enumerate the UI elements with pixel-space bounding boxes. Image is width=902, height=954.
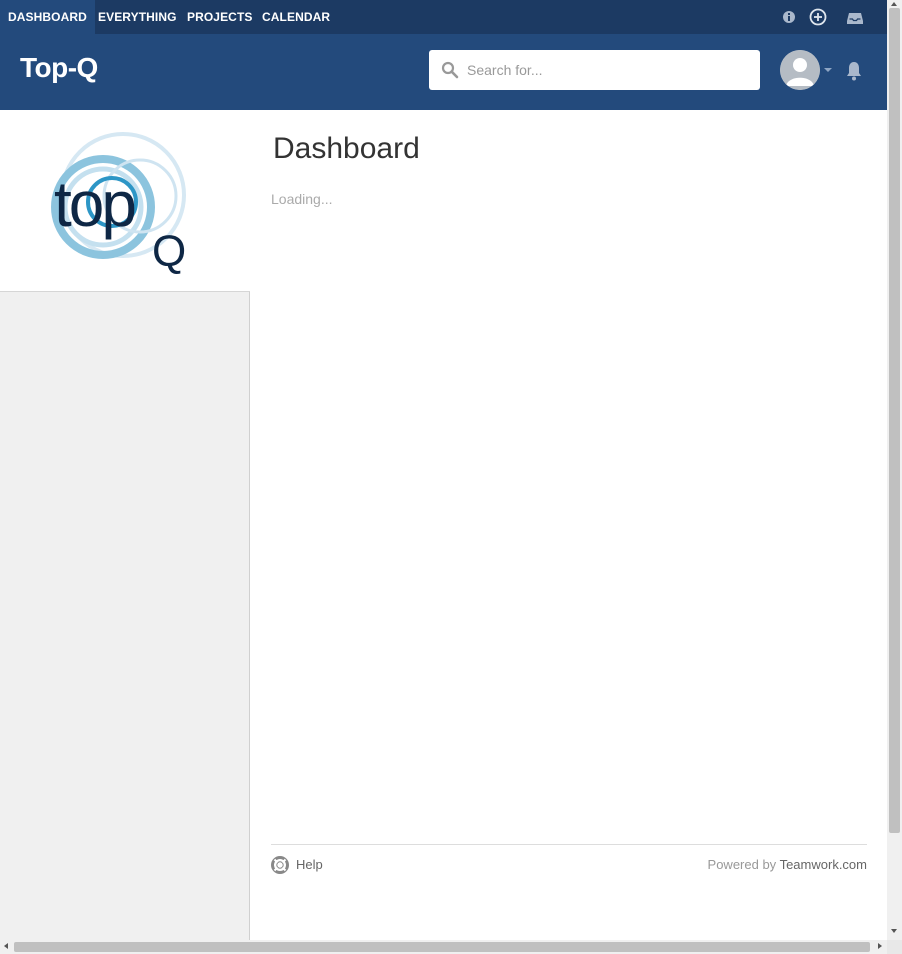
avatar[interactable] bbox=[780, 50, 820, 90]
scroll-right-arrow-icon[interactable] bbox=[878, 943, 882, 949]
tab-everything[interactable]: EVERYTHING bbox=[98, 0, 177, 34]
horizontal-scrollbar[interactable] bbox=[0, 940, 887, 954]
search-input[interactable] bbox=[467, 50, 752, 90]
company-logo: top Q bbox=[51, 132, 186, 276]
help-label: Help bbox=[296, 857, 323, 872]
vertical-scrollbar[interactable] bbox=[887, 0, 902, 940]
vertical-scrollbar-thumb[interactable] bbox=[889, 8, 900, 833]
tab-projects[interactable]: PROJECTS bbox=[187, 0, 252, 34]
loading-indicator: Loading... bbox=[271, 191, 333, 207]
search-box[interactable] bbox=[429, 50, 760, 90]
add-circle-icon[interactable] bbox=[808, 7, 828, 27]
tab-calendar[interactable]: CALENDAR bbox=[262, 0, 330, 34]
scroll-up-arrow-icon[interactable] bbox=[891, 2, 897, 6]
sidebar: top Q bbox=[0, 110, 250, 940]
scrollbar-corner bbox=[887, 940, 902, 954]
search-icon bbox=[441, 61, 459, 79]
top-nav-bar: DASHBOARD EVERYTHING PROJECTS CALENDAR bbox=[0, 0, 887, 34]
chevron-down-icon[interactable] bbox=[824, 68, 832, 72]
main-content: Dashboard Loading... Help Powered by Tea… bbox=[251, 110, 887, 940]
info-icon[interactable] bbox=[779, 7, 799, 27]
header-bar: Top-Q bbox=[0, 34, 887, 110]
horizontal-scrollbar-thumb[interactable] bbox=[14, 942, 870, 952]
page-title: Dashboard bbox=[273, 132, 420, 165]
tab-dashboard[interactable]: DASHBOARD bbox=[0, 0, 95, 34]
powered-by: Powered by Teamwork.com bbox=[708, 857, 867, 872]
footer: Help Powered by Teamwork.com bbox=[271, 844, 867, 884]
lifebuoy-icon bbox=[271, 856, 289, 874]
app-window: DASHBOARD EVERYTHING PROJECTS CALENDAR T… bbox=[0, 0, 887, 940]
svg-text:top: top bbox=[54, 168, 134, 240]
teamwork-link[interactable]: Teamwork.com bbox=[780, 857, 867, 872]
inbox-icon[interactable] bbox=[845, 7, 865, 27]
scroll-left-arrow-icon[interactable] bbox=[4, 943, 8, 949]
svg-text:Q: Q bbox=[152, 227, 186, 276]
company-logo-panel: top Q bbox=[0, 110, 250, 292]
scroll-down-arrow-icon[interactable] bbox=[891, 929, 897, 933]
powered-by-prefix: Powered by bbox=[707, 857, 777, 872]
bell-icon[interactable] bbox=[845, 60, 863, 82]
site-title[interactable]: Top-Q bbox=[20, 52, 98, 84]
